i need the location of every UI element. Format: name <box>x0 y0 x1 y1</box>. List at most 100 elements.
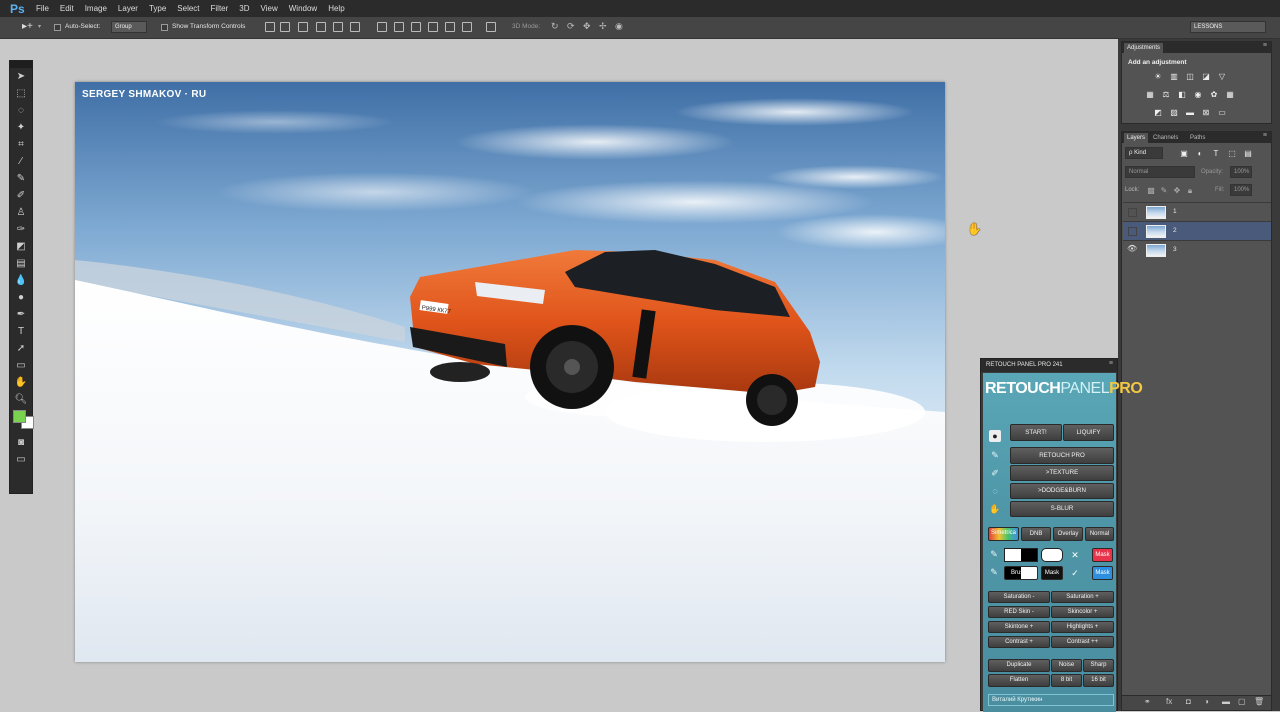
new-group-icon[interactable]: ▬ <box>1222 697 1230 706</box>
retouch-panel-titlebar[interactable]: RETOUCH PANEL PRO 241 ≡ <box>981 359 1117 372</box>
color-lookup-icon[interactable]: ▦ <box>1225 90 1235 99</box>
blur-hand-icon[interactable]: ✋ <box>988 503 1002 515</box>
menu-window[interactable]: Window <box>289 4 317 13</box>
texture-brush-icon[interactable]: ✐ <box>988 467 1002 479</box>
trash-icon[interactable]: 🗑︎ <box>1254 697 1264 706</box>
eyedropper-tool-icon[interactable]: ⁄ <box>10 153 32 170</box>
panel-menu-icon[interactable]: ≡ <box>1263 42 1267 49</box>
lasso-tool-icon[interactable]: ◌ <box>10 102 32 119</box>
distribute-hcenter-icon[interactable] <box>445 22 455 32</box>
cross-icon[interactable]: ✕ <box>1068 549 1082 561</box>
selective-color-icon[interactable]: ⊠ <box>1201 108 1211 117</box>
menu-edit[interactable]: Edit <box>60 4 74 13</box>
skintone-plus-button[interactable]: Skintone + <box>988 621 1050 633</box>
normal-button[interactable]: Normal <box>1085 527 1114 541</box>
threshold-icon[interactable]: ▬ <box>1185 108 1195 117</box>
mask-blue-button[interactable]: Mask <box>1092 566 1113 580</box>
blur-tool-icon[interactable]: 💧 <box>10 272 32 289</box>
exposure-icon[interactable]: ◪ <box>1201 72 1211 81</box>
move-tool-preset-icon[interactable]: ▸+ <box>22 21 33 32</box>
filter-type-icon[interactable]: T <box>1211 149 1221 158</box>
tab-paths[interactable]: Paths <box>1187 133 1208 143</box>
brush-tool-icon[interactable]: ✐ <box>10 187 32 204</box>
new-layer-icon[interactable]: ▢ <box>1238 697 1246 706</box>
distribute-top-icon[interactable] <box>377 22 387 32</box>
tab-channels[interactable]: Channels <box>1150 133 1181 143</box>
mask-black-button[interactable]: Mask <box>1041 566 1063 580</box>
menu-type[interactable]: Type <box>149 4 166 13</box>
filter-pixel-icon[interactable]: ▣ <box>1179 149 1189 158</box>
align-hcenter-icon[interactable] <box>333 22 343 32</box>
overlay-button[interactable]: Overlay <box>1053 527 1083 541</box>
new-fill-layer-icon[interactable]: ◑ <box>1204 697 1209 706</box>
gradient-map-icon[interactable]: ▭ <box>1217 108 1227 117</box>
duplicate-button[interactable]: Duplicate <box>988 659 1050 672</box>
marquee-tool-icon[interactable]: ⬚ <box>10 85 32 102</box>
menu-select[interactable]: Select <box>177 4 199 13</box>
align-bottom-icon[interactable] <box>298 22 308 32</box>
distribute-bottom-icon[interactable] <box>411 22 421 32</box>
tab-adjustments[interactable]: Adjustments <box>1124 43 1164 53</box>
zoom-tool-icon[interactable]: 🔍︎ <box>10 391 32 408</box>
layer-filter-kind[interactable]: ρ Kind <box>1125 147 1163 159</box>
levels-icon[interactable]: ▥ <box>1169 72 1179 81</box>
retouch-panel-menu-icon[interactable]: ≡ <box>1109 360 1113 367</box>
auto-select-checkbox[interactable] <box>54 24 61 31</box>
red-skin-minus-button[interactable]: RED Skin - <box>988 606 1050 618</box>
dodge-burn-button[interactable]: >DODGE&BURN <box>1010 483 1114 499</box>
magic-wand-icon[interactable]: ✦ <box>10 119 32 136</box>
path-selection-icon[interactable]: ➚ <box>10 340 32 357</box>
brightness-icon[interactable]: ☀ <box>1153 72 1163 81</box>
layer-visibility-toggle[interactable] <box>1128 227 1137 236</box>
start-button[interactable]: START! <box>1010 424 1062 441</box>
black-white-icon[interactable]: ◧ <box>1177 90 1187 99</box>
history-brush-icon[interactable]: ✑ <box>10 221 32 238</box>
16-bit-button[interactable]: 16 bit <box>1083 674 1114 687</box>
tools-panel-grip[interactable] <box>10 61 32 68</box>
3d-scale-icon[interactable]: ◉ <box>615 21 623 32</box>
dnb-button[interactable]: DNB <box>1021 527 1051 541</box>
hand-tool-icon[interactable]: ✋ <box>10 374 32 391</box>
auto-align-icon[interactable] <box>486 22 496 32</box>
auto-select-dropdown[interactable]: Group <box>111 21 147 33</box>
curves-icon[interactable]: ◫ <box>1185 72 1195 81</box>
3d-slide-icon[interactable]: ✢ <box>599 21 607 32</box>
eraser-tool-icon[interactable]: ◩ <box>10 238 32 255</box>
type-tool-icon[interactable]: T <box>10 323 32 340</box>
add-mask-icon[interactable]: ◘ <box>1186 697 1191 706</box>
brush-small-icon[interactable]: ✎ <box>987 548 1001 560</box>
menu-view[interactable]: View <box>261 4 278 13</box>
distribute-right-icon[interactable] <box>462 22 472 32</box>
brush-button[interactable]: Brush <box>1004 566 1038 580</box>
flatten-button[interactable]: Flatten <box>988 674 1050 687</box>
show-transform-checkbox[interactable] <box>161 24 168 31</box>
brush-white-black-swatch[interactable] <box>1004 548 1038 562</box>
simetrica-button[interactable]: Simetrica <box>988 527 1019 541</box>
gradient-tool-icon[interactable]: ▤ <box>10 255 32 272</box>
soft-brush-swatch[interactable] <box>1041 548 1063 562</box>
invert-icon[interactable]: ◩ <box>1153 108 1163 117</box>
photo-filter-icon[interactable]: ◉ <box>1193 90 1203 99</box>
3d-roll-icon[interactable]: ⟳ <box>567 21 575 32</box>
menu-image[interactable]: Image <box>85 4 107 13</box>
camera-icon[interactable]: ● <box>989 430 1001 442</box>
lock-pixels-icon[interactable]: ✎ <box>1159 186 1169 195</box>
shape-tool-icon[interactable]: ▭ <box>10 357 32 374</box>
link-layers-icon[interactable]: ⚭ <box>1144 697 1151 706</box>
eye-icon[interactable]: 👁︎ <box>1127 244 1137 253</box>
highlights-plus-button[interactable]: Highlights + <box>1051 621 1114 633</box>
align-top-icon[interactable] <box>265 22 275 32</box>
layer-row[interactable]: 👁︎ 3 <box>1123 240 1271 260</box>
posterize-icon[interactable]: ▨ <box>1169 108 1179 117</box>
dodge-tool-icon[interactable]: ● <box>10 289 32 306</box>
align-vcenter-icon[interactable] <box>280 22 290 32</box>
menu-help[interactable]: Help <box>328 4 344 13</box>
filter-adjustment-icon[interactable]: ◐ <box>1195 149 1205 158</box>
fill-input[interactable]: 100% <box>1230 184 1252 196</box>
color-swatches[interactable] <box>10 408 34 434</box>
workspace-switcher[interactable]: LESSONS <box>1190 21 1266 33</box>
vibrance-icon[interactable]: ▽ <box>1217 72 1227 81</box>
hue-saturation-icon[interactable]: ▦ <box>1145 90 1155 99</box>
check-icon[interactable]: ✓ <box>1068 567 1082 579</box>
screen-mode-icon[interactable]: ▭ <box>10 451 32 468</box>
